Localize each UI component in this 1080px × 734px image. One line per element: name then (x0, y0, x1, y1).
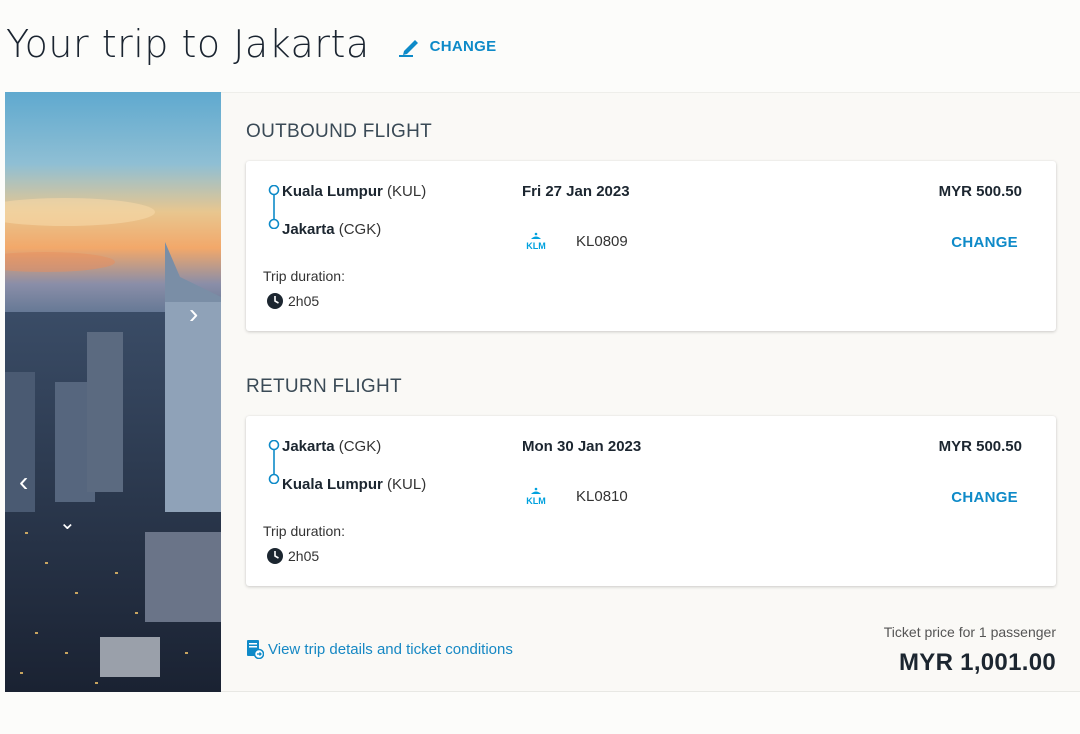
change-outbound-button[interactable]: CHANGE (951, 234, 1018, 251)
airline-info: KLM KL0809 (520, 231, 628, 252)
trip-duration: 2h05 (266, 547, 319, 565)
total-price-label: Ticket price for 1 passenger (883, 624, 1056, 640)
trip-duration-label: Trip duration: (263, 268, 345, 284)
origin-city: Jakarta (CGK) (282, 438, 382, 455)
trip-summary-panel: OUTBOUND FLIGHT Kuala Lumpur (KUL) Jakar… (221, 92, 1080, 692)
trip-details-label: View trip details and ticket conditions (268, 640, 513, 658)
trip-duration-label: Trip duration: (263, 523, 345, 539)
klm-logo-icon: KLM (526, 232, 546, 251)
return-section-title: RETURN FLIGHT (246, 376, 402, 397)
clock-icon (267, 293, 283, 309)
change-return-button[interactable]: CHANGE (951, 489, 1018, 506)
flight-number: KL0809 (576, 232, 628, 250)
pencil-icon (398, 40, 418, 57)
outbound-section-title: OUTBOUND FLIGHT (246, 121, 433, 142)
chevron-left-icon[interactable]: ‹ (19, 466, 28, 498)
route-line-icon (268, 440, 280, 484)
outbound-flight-card: Kuala Lumpur (KUL) Jakarta (CGK) Trip du… (246, 161, 1056, 331)
change-destination-label: CHANGE (429, 37, 497, 55)
flight-price: MYR 500.50 (938, 183, 1022, 200)
airline-info: KLM KL0810 (520, 486, 628, 507)
change-destination-button[interactable]: CHANGE (398, 35, 497, 57)
trip-details-link[interactable]: View trip details and ticket conditions (246, 639, 513, 659)
flight-date: Mon 30 Jan 2023 (522, 438, 642, 455)
flight-date: Fri 27 Jan 2023 (522, 183, 630, 200)
chevron-down-icon[interactable]: ⌄ (59, 510, 76, 535)
flight-price: MYR 500.50 (938, 438, 1022, 455)
flight-number: KL0810 (576, 487, 628, 505)
route-line-icon (268, 185, 280, 229)
origin-city: Kuala Lumpur (KUL) (282, 183, 427, 200)
destination-city: Kuala Lumpur (KUL) (282, 476, 427, 493)
trip-duration: 2h05 (266, 292, 319, 310)
destination-photo: ‹ › ⌄ (5, 92, 221, 692)
document-icon (247, 640, 264, 659)
return-flight-card: Jakarta (CGK) Kuala Lumpur (KUL) Trip du… (246, 416, 1056, 586)
svg-text:KLM: KLM (526, 496, 546, 506)
destination-city: Jakarta (CGK) (282, 221, 382, 238)
klm-logo-icon: KLM (526, 487, 546, 506)
clock-icon (267, 548, 283, 564)
jakarta-skyline-image (5, 92, 221, 692)
page-title: Your trip to Jakarta (6, 22, 370, 66)
page-header: Your trip to Jakarta CHANGE (6, 14, 496, 74)
total-price: MYR 1,001.00 (898, 649, 1056, 676)
chevron-right-icon[interactable]: › (189, 298, 198, 330)
svg-text:KLM: KLM (526, 241, 546, 251)
